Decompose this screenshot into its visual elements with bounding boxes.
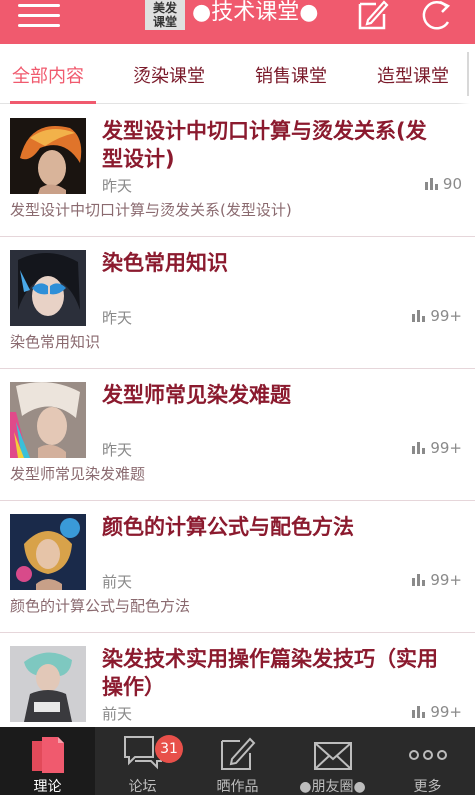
menu-icon-line: [18, 24, 60, 27]
views-count: 99+: [430, 571, 462, 589]
article-description: 颜色的计算公式与配色方法: [10, 597, 191, 615]
article-description: 染色常用知识: [10, 333, 101, 351]
compose-button[interactable]: [356, 0, 390, 30]
article-views: 99+: [412, 571, 462, 589]
article-thumbnail: [10, 118, 86, 194]
article-time: 前天: [102, 573, 133, 591]
tab-perm-dye[interactable]: 烫染课堂: [133, 64, 205, 90]
article-item[interactable]: 染色常用知识 昨天 99+ 染色常用知识: [0, 237, 475, 369]
menu-icon-line: [18, 14, 60, 17]
nav-label: 理论: [33, 779, 62, 795]
article-time: 前天: [102, 705, 133, 723]
article-title[interactable]: 发型设计中切口计算与烫发关系(发型设计): [102, 117, 442, 173]
menu-button[interactable]: [18, 4, 62, 27]
article-views: 99+: [412, 439, 462, 457]
article-time: 昨天: [102, 441, 133, 459]
active-tab-indicator: [10, 101, 96, 104]
mail-icon: [313, 742, 352, 770]
nav-friends[interactable]: ●朋友圈●: [285, 727, 380, 795]
article-item[interactable]: 发型师常见染发难题 昨天 99+ 发型师常见染发难题: [0, 369, 475, 501]
article-thumbnail: [10, 514, 86, 590]
article-item[interactable]: 发型设计中切口计算与烫发关系(发型设计) 昨天 90 发型设计中切口计算与烫发关…: [0, 105, 475, 237]
bottom-navigation: 理论 31 论坛 晒作品 ●朋友圈● 更多: [0, 727, 475, 795]
logo-line-1: 美发: [152, 1, 177, 15]
article-time: 昨天: [102, 177, 133, 195]
nav-label: ●朋友圈●: [299, 779, 366, 795]
views-count: 99+: [430, 307, 462, 325]
article-title[interactable]: 发型师常见染发难题: [102, 381, 442, 409]
views-count: 99+: [430, 439, 462, 457]
nav-label: 更多: [413, 779, 442, 795]
forum-notification-badge: 31: [155, 735, 183, 763]
article-item[interactable]: 颜色的计算公式与配色方法 前天 99+ 颜色的计算公式与配色方法: [0, 501, 475, 633]
article-item[interactable]: 染发技术实用操作篇染发技巧（实用操作） 前天 99+: [0, 633, 475, 727]
nav-label: 晒作品: [216, 779, 259, 795]
article-thumbnail: [10, 382, 86, 458]
views-bar-icon: [412, 442, 426, 454]
views-bar-icon: [412, 574, 426, 586]
refresh-button[interactable]: [418, 0, 454, 32]
article-thumbnail: [10, 646, 86, 722]
nav-showcase[interactable]: 晒作品: [190, 727, 285, 795]
more-icon: [408, 750, 447, 760]
nav-more[interactable]: 更多: [380, 727, 475, 795]
tab-sales[interactable]: 销售课堂: [255, 64, 327, 90]
app-logo: 美发 课堂: [145, 0, 185, 30]
tabs-scroll-edge: [457, 44, 475, 104]
views-bar-icon: [412, 310, 426, 322]
article-title[interactable]: 染色常用知识: [102, 249, 442, 277]
page-title: ●技术课堂●: [192, 0, 319, 25]
views-bar-icon: [412, 706, 426, 718]
article-list: 发型设计中切口计算与烫发关系(发型设计) 昨天 90 发型设计中切口计算与烫发关…: [0, 105, 475, 727]
views-count: 99+: [430, 703, 462, 721]
article-description: 发型设计中切口计算与烫发关系(发型设计): [10, 201, 292, 219]
document-icon: [31, 737, 64, 773]
menu-icon-line: [18, 4, 60, 7]
app-header: 美发 课堂 ●技术课堂●: [0, 0, 475, 44]
article-title[interactable]: 染发技术实用操作篇染发技巧（实用操作）: [102, 645, 442, 701]
views-bar-icon: [424, 178, 439, 190]
article-views: 99+: [412, 703, 462, 721]
compose-icon: [358, 0, 389, 30]
nav-theory[interactable]: 理论: [0, 727, 95, 795]
article-views: 99+: [412, 307, 462, 325]
nav-forum[interactable]: 31 论坛: [95, 727, 190, 795]
article-title[interactable]: 颜色的计算公式与配色方法: [102, 513, 442, 541]
article-views: 90: [424, 175, 462, 193]
views-count: 90: [442, 175, 462, 193]
tab-styling[interactable]: 造型课堂: [377, 64, 449, 90]
edit-icon: [220, 737, 255, 770]
article-description: 发型师常见染发难题: [10, 465, 146, 483]
category-tabs: 全部内容 烫染课堂 销售课堂 造型课堂: [0, 44, 475, 104]
tab-all[interactable]: 全部内容: [12, 64, 84, 90]
nav-label: 论坛: [128, 779, 157, 795]
article-time: 昨天: [102, 309, 133, 327]
refresh-icon: [422, 0, 451, 30]
article-thumbnail: [10, 250, 86, 326]
logo-line-2: 课堂: [152, 15, 177, 29]
